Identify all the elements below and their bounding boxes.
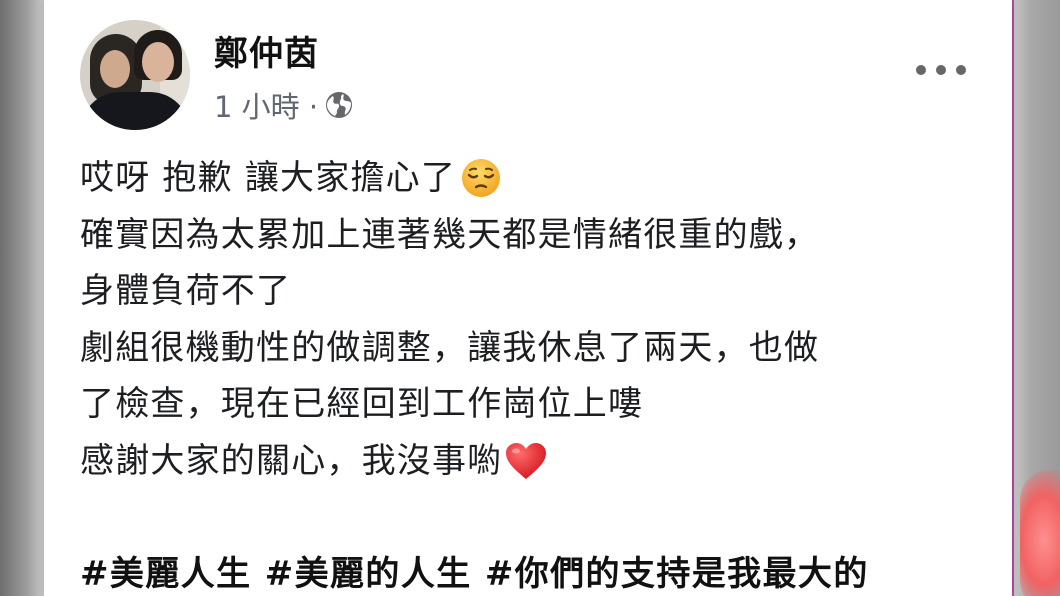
post-line-1: 哎呀 抱歉 讓大家擔心了 bbox=[80, 150, 980, 207]
post-line-2: 確實因為太累加上連著幾天都是情緒很重的戲， bbox=[80, 214, 820, 255]
post-body: 哎呀 抱歉 讓大家擔心了 確實因為太累加上連著幾天都是情緒很重的戲， 身體負荷不… bbox=[80, 150, 980, 596]
post-timestamp[interactable]: 1 小時 · bbox=[214, 84, 318, 126]
video-frame: 鄭仲茵 1 小時 · 哎呀 抱歉 讓大家擔心了 確實因為太累加上連著幾天都是情緒… bbox=[0, 0, 1060, 596]
globe-icon bbox=[326, 92, 353, 118]
edge-line bbox=[1012, 0, 1014, 596]
author-name[interactable]: 鄭仲茵 bbox=[214, 26, 319, 75]
facebook-post-card: 鄭仲茵 1 小時 · 哎呀 抱歉 讓大家擔心了 確實因為太累加上連著幾天都是情緒… bbox=[44, 0, 1012, 596]
post-meta: 1 小時 · bbox=[214, 84, 354, 126]
post-line-4: 劇組很機動性的做調整，讓我休息了兩天，也做 bbox=[80, 327, 820, 368]
hashtags[interactable]: #美麗人生 #美麗的人生 #你們的支持是我最大的 bbox=[80, 546, 980, 596]
avatar[interactable] bbox=[80, 20, 190, 130]
post-line-5: 了檢查，現在已經回到工作崗位上嘍 bbox=[80, 384, 644, 424]
post-line-6: 感謝大家的關心，我沒事喲 bbox=[80, 433, 980, 490]
pensive-face-emoji-icon bbox=[462, 159, 501, 198]
right-blurred-edge bbox=[1012, 0, 1060, 596]
more-options-icon[interactable] bbox=[916, 60, 966, 80]
left-blurred-edge bbox=[0, 0, 44, 596]
red-blurred-shape bbox=[1020, 470, 1060, 596]
post-line-3: 身體負荷不了 bbox=[80, 271, 292, 311]
red-heart-emoji-icon bbox=[506, 442, 547, 479]
